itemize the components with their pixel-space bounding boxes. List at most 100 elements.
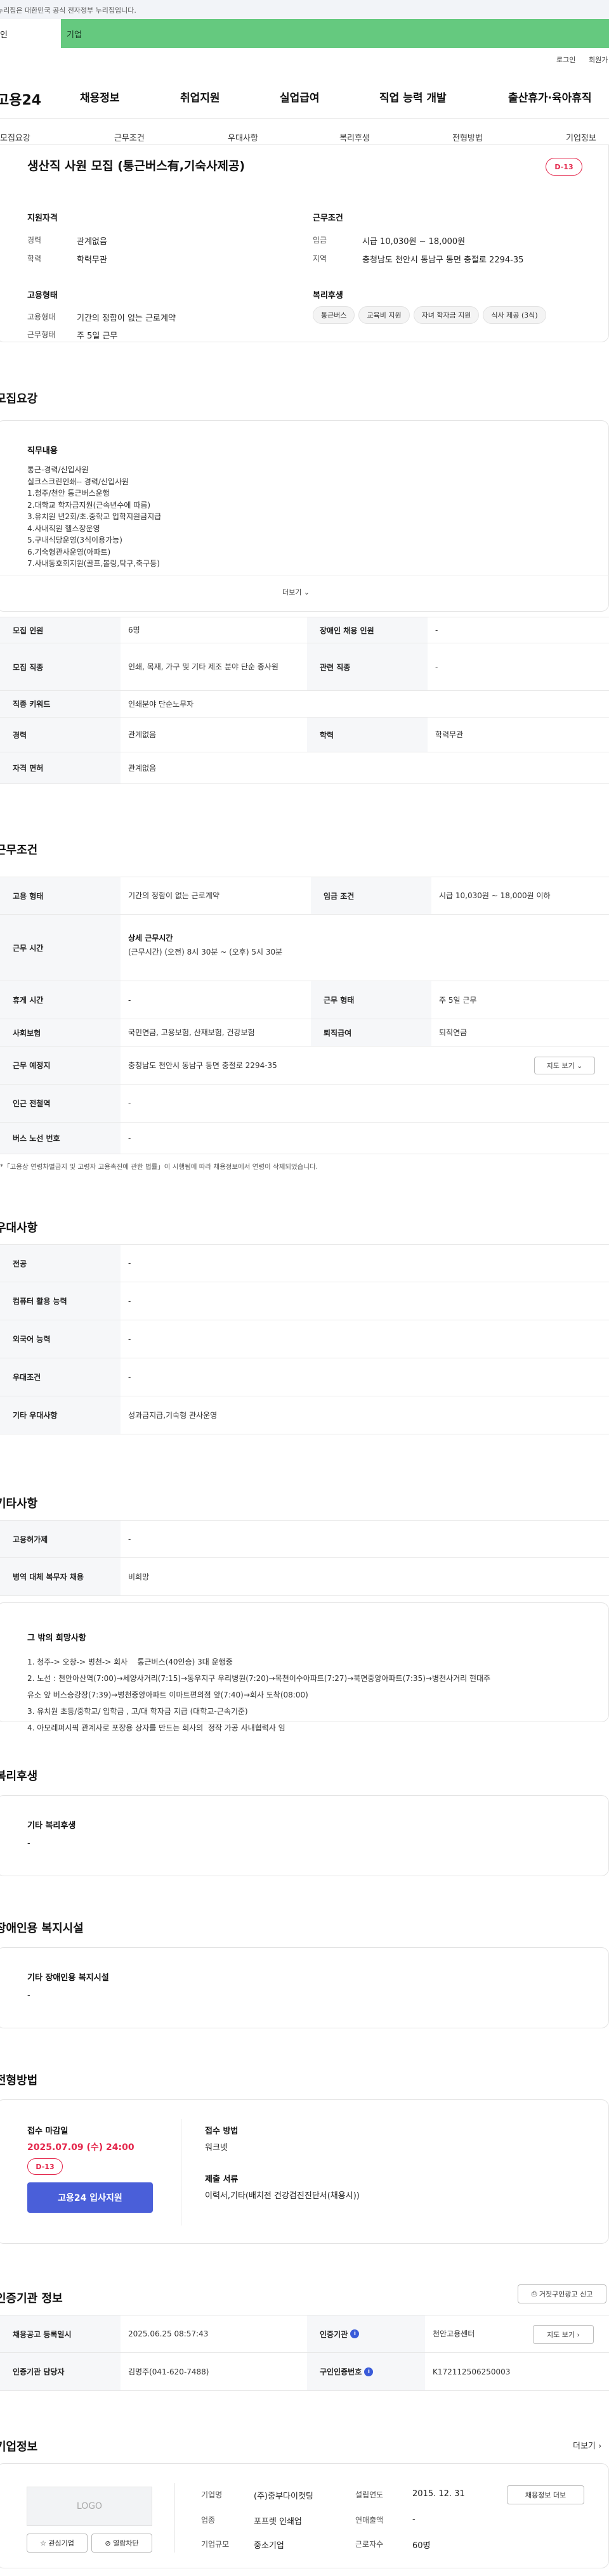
hope-line: 4. 아모레퍼시픽 관계사로 포장용 상자를 만드는 회사의 정작 가공 사내협… [27,1723,285,1732]
row-value: 기간의 정함이 없는 근로계약 [128,891,219,900]
section-title-agency: 인증기관 정보 [0,2292,63,2305]
company-more-label: 더보기 [573,2442,596,2451]
education-label: 학력 [27,254,42,263]
subnav-company[interactable]: 기업정보 [566,131,596,143]
more-label: 더보기 [282,588,302,596]
qualification-heading: 지원자격 [27,214,58,223]
row-label: 자격 면허 [0,752,121,783]
gnb-employment-support[interactable]: 취업지원 [180,89,220,105]
table-row: 버스 노선 번호 - [0,1123,609,1154]
subnav-welfare[interactable]: 복리후생 [339,131,370,143]
row-value: - [128,1133,131,1143]
row-value: 성과금지급,기숙형 관사운영 [128,1410,218,1420]
duty-line: 2.대학교 학자금지원(근속년수에 따름) [27,500,151,510]
company-jobs-button[interactable]: 채용정보 더보 [507,2485,584,2504]
welfare-heading: 복리후생 [313,291,343,300]
favorite-company-button[interactable]: ☆ 관심기업 [27,2534,88,2553]
founded-label: 설립연도 [355,2490,384,2499]
divider [0,118,609,119]
table-row: 휴게 시간 - 근무 형태 주 5일 근무 [0,981,609,1019]
agency-map-button[interactable]: 지도 보기 › [533,2325,594,2344]
table-row: 채용공고 등록일시 2025.06.25 08:57:43 인증기관 i 천안고… [0,2315,609,2353]
join-link[interactable]: 회원가 [589,55,608,65]
condition-heading: 근무조건 [313,214,343,223]
company-more-link[interactable]: 더보기 › [573,2439,601,2451]
gnb-job-info[interactable]: 채용정보 [80,89,120,105]
region-label: 지역 [313,254,327,263]
more-button[interactable]: 더보기 ⌄ [282,587,310,597]
duty-line: 6.기숙형관사운영(아파트) [27,547,111,557]
divider [174,2483,175,2553]
hope-line: 2. 노선 : 천안아산역(7:00)→세양사거리(7:15)→동우지구 우리병… [27,1674,491,1683]
row-label: 학력 [307,718,428,752]
subnav-preference[interactable]: 우대사항 [228,131,258,143]
welfare-chip: 교육비 지원 [358,306,410,324]
row-label: 인근 전철역 [0,1085,121,1122]
duty-line: 1.청주/천안 통근버스운행 [27,489,110,498]
favorite-label: 관심기업 [48,2539,74,2547]
welfare-box-value: - [27,1839,30,1848]
row-value: K172112506250003 [433,2367,511,2376]
company-card: LOGO ☆ 관심기업 ⊘ 열람차단 기업명 (주)중부다이컷팅 설립연도 20… [0,2463,609,2568]
hope-line: 유소 앞 버스승강장(7:39)→병천중앙아파트 이마트편의점 앞(7:40)→… [27,1690,308,1699]
docs-value: 이력서,기타(배치전 건강검진진단서(채용시)) [205,2191,360,2201]
company-name-label: 기업명 [201,2490,223,2499]
org-label: 인증기관 [320,2329,348,2339]
map-view-button[interactable]: 지도 보기 ⌄ [534,1057,595,1074]
row-value: - [128,995,131,1005]
emptype-value: 기간의 정함이 없는 근로계약 [77,314,176,323]
selection-card: 접수 마감일 2025.07.09 (수) 24:00 D-13 고용24 입사… [0,2099,609,2244]
duty-line: 5.구내식당운영(3식이용가능) [27,536,122,544]
star-icon: ☆ [40,2539,46,2547]
section-title-etc: 기타사항 [0,1497,38,1510]
row-label: 모집 직종 [0,643,121,690]
duty-line: 7.사내동호회지원(골프,볼링,탁구,축구등) [27,559,160,568]
section-title-company: 기업정보 [0,2440,38,2454]
gnb-unemployment-benefit[interactable]: 실업급여 [280,89,320,105]
subnav-selection[interactable]: 전형방법 [452,131,483,143]
report-false-ad-button[interactable]: ⎙ 거짓구인광고 신고 [518,2284,606,2303]
worktype-value: 주 5일 근무 [77,332,118,341]
row-label: 전공 [0,1245,121,1282]
subnav-condition[interactable]: 근무조건 [114,131,145,143]
row-value: - [435,626,438,634]
row-label: 기타 우대사항 [0,1396,121,1434]
row-value: 인쇄, 목재, 가구 및 기타 제조 분야 단순 종사원 [128,662,278,671]
company-size-label: 기업규모 [201,2540,230,2549]
apply-button[interactable]: 고용24 입사지원 [27,2182,153,2213]
table-row: 인근 전철역 - [0,1085,609,1123]
tab-business[interactable]: 기업 [61,19,609,48]
block-icon: ⊘ [105,2539,111,2547]
block-view-button[interactable]: ⊘ 열람차단 [91,2534,152,2553]
section-title-disabled: 장애인용 복지시설 [0,1922,84,1935]
site-logo[interactable]: 고용24 [0,89,41,109]
table-row: 컴퓨터 활용 능력 - [0,1282,609,1320]
info-icon[interactable]: i [350,2329,360,2338]
table-row: 직종 키워드 인쇄분야 단순노무자 [0,691,609,718]
info-icon[interactable]: i [364,2367,374,2376]
row-value: 관계없음 [128,730,157,739]
row-value: 관계없음 [128,763,157,773]
education-value: 학력무관 [77,255,107,265]
deadline-value: 2025.07.09 (수) 24:00 [27,2142,134,2153]
duty-heading: 직무내용 [27,446,58,456]
docs-label: 제출 서류 [205,2175,239,2184]
wage-label: 임금 [313,236,327,245]
row-value: 천안고용센터 [433,2329,475,2338]
staff-value: 60명 [412,2541,431,2551]
login-link[interactable]: 로그인 [556,55,575,65]
welfare-chip: 식사 제공 (3식) [483,306,546,324]
subnav-recruit[interactable]: 모집요강 [0,131,30,143]
welfare-chips: 통근버스 교육비 지원 자녀 학자금 지원 식사 제공 (3식) [313,306,550,324]
table-row: 인증기관 담당자 김명주(041-620-7488) 구인인증번호 i K172… [0,2353,609,2391]
gov-notice-bar: 누리집은 대한민국 공식 전자정부 누리집입니다. [0,0,609,19]
gnb-parental-leave[interactable]: 출산휴가·육아휴직 [508,89,592,105]
table-row: 근무 예정지 충청남도 천안시 동남구 동면 충절로 2294-35 지도 보기… [0,1046,609,1085]
row-label: 근무 시간 [0,915,121,981]
row-value: - [128,1535,131,1543]
gnb-vocational-training[interactable]: 직업 능력 개발 [379,89,447,105]
time-detail-title: 상세 근무시간 [128,934,173,943]
tab-personal[interactable]: 인 [0,19,61,48]
chevron-right-icon: › [598,2442,602,2451]
row-value: 김명주(041-620-7488) [128,2367,209,2376]
